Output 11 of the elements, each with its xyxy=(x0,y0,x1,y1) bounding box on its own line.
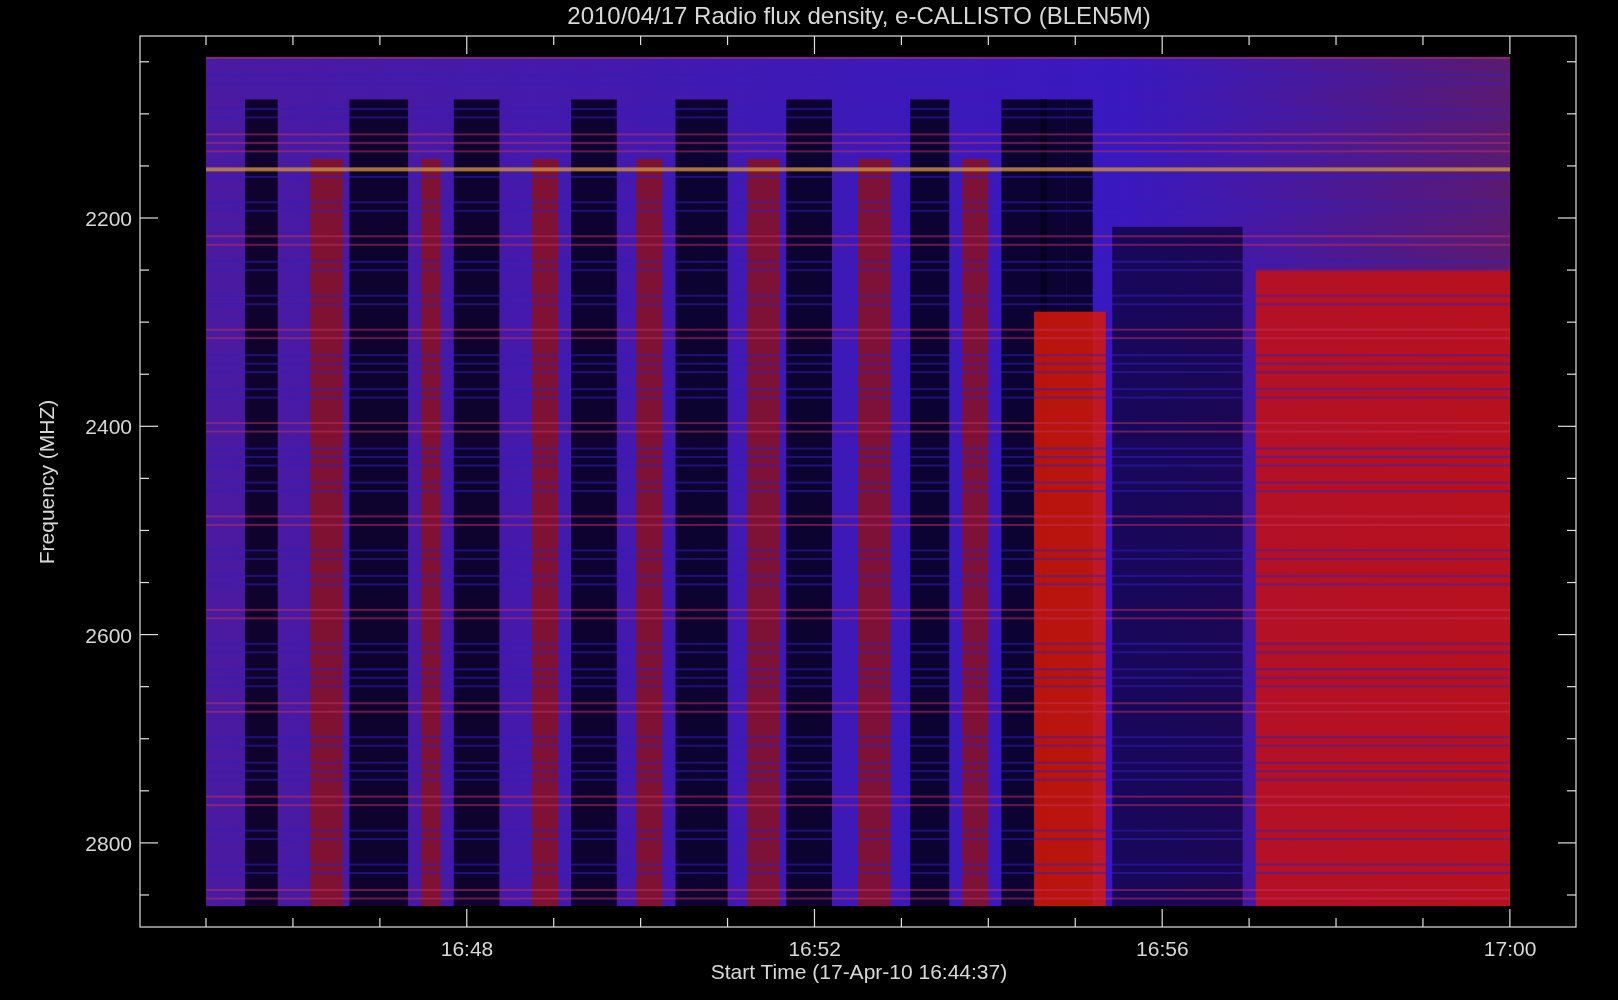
x-axis-label: Start Time (17-Apr-10 16:44:37) xyxy=(710,960,1008,983)
x-tick-label: 16:48 xyxy=(440,937,494,960)
y-tick-label: 2200 xyxy=(85,207,132,230)
x-tick-label: 16:52 xyxy=(788,937,841,960)
x-tick-label: 16:56 xyxy=(1136,937,1189,960)
y-tick-label: 2800 xyxy=(85,831,132,855)
x-tick-label: 17:00 xyxy=(1483,937,1537,960)
chart-title: 2010/04/17 Radio flux density, e-CALLISTO (BLEN5M) xyxy=(567,2,1151,29)
y-tick-label: 2400 xyxy=(85,415,132,439)
y-axis-label: Frequency (MHZ) xyxy=(35,399,58,565)
y-tick-label: 2600 xyxy=(85,623,132,647)
